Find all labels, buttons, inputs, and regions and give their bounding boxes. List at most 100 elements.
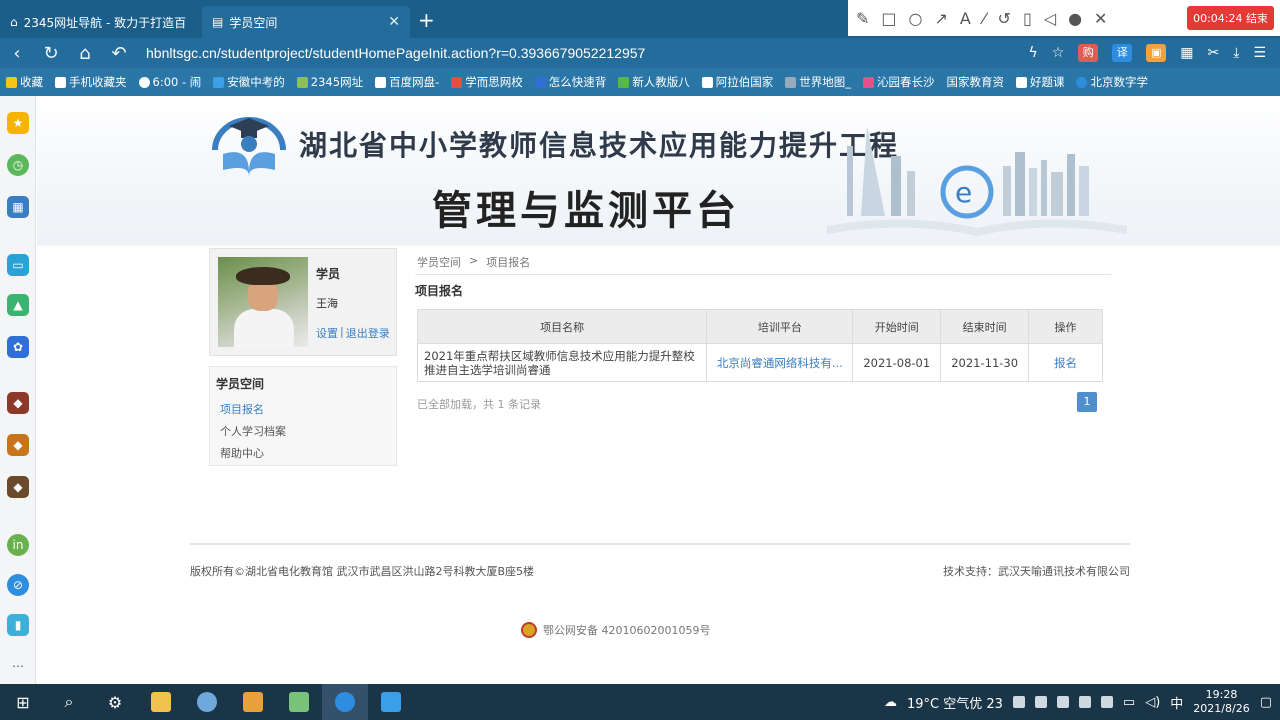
apps-grid-icon[interactable]: ▦ [1180,45,1193,61]
undo-close-icon[interactable]: ↶ [102,43,136,64]
reload-icon[interactable]: ↻ [34,43,68,64]
game-icon[interactable]: ◆ [7,476,29,498]
url-field[interactable]: hbnltsgc.cn/studentproject/studentHomePa… [146,45,645,61]
tray-icon[interactable] [1056,696,1069,708]
tray-icon[interactable] [1078,696,1091,708]
tab-title: 2345网址导航 - 致力于打造百 [23,15,187,30]
highlighter-icon[interactable]: ⁄ [983,9,986,28]
back-icon[interactable]: ‹ [0,43,34,64]
notification-icon[interactable]: ▢ [1260,695,1272,710]
scissors-icon[interactable]: ✂ [1208,45,1220,61]
shopping-icon[interactable]: 购 [1078,44,1099,62]
bookmark-item[interactable]: 怎么快速背 [534,74,606,90]
stats-icon[interactable]: ▮ [7,614,29,636]
windows-start-icon[interactable]: ⊞ [0,684,46,720]
close-tab-icon[interactable]: ✕ [388,14,400,30]
bookmark-item[interactable]: 北京数字学 [1076,74,1148,90]
tab-bar: ⌂ 2345网址导航 - 致力于打造百 ▤ 学员空间 ✕ + ✎ □ ○ ↗ A… [0,0,1280,38]
clock[interactable]: 19:28 2021/8/26 [1193,688,1249,716]
browser-tab[interactable]: ⌂ 2345网址导航 - 致力于打造百 [0,6,200,38]
text-icon[interactable]: A [960,9,971,28]
paw-icon[interactable]: ✿ [7,336,29,358]
arrow-icon[interactable]: ↗ [935,9,948,28]
bookmark-item[interactable]: 6:00 - 闹 [138,74,201,90]
menu-item-help-center[interactable]: 帮助中心 [220,445,264,461]
undo-icon[interactable]: ↺ [998,9,1011,28]
calendar-icon[interactable]: ▦ [7,196,29,218]
speaker-icon[interactable]: ◁ [1044,9,1056,28]
tray-icon[interactable] [1034,696,1047,708]
breadcrumb: 学员空间 > 项目报名 [417,254,530,270]
new-tab-button[interactable]: + [418,8,435,32]
volume-icon[interactable]: ◁) [1145,695,1160,710]
weather-text[interactable]: 19°C 空气优 23 [907,693,1003,712]
col-header-platform: 培训平台 [706,309,854,344]
footer-divider [190,543,1130,545]
star-icon[interactable]: ☆ [1052,45,1065,61]
recording-stop-button[interactable]: 00:04:24 结束 [1187,6,1274,30]
settings-gear-icon[interactable]: ⚙ [92,684,138,720]
bookmark-item[interactable]: 手机收藏夹 [55,74,127,90]
bookmark-item[interactable]: 百度网盘- [375,74,439,90]
translate-icon[interactable]: 译 [1112,44,1133,62]
divider [415,274,1111,275]
bookmark-item[interactable]: 新人教版八 [618,74,690,90]
bookmark-item[interactable]: 世界地图_ [785,74,851,90]
trash-icon[interactable]: ▯ [1023,9,1032,28]
ime-indicator[interactable]: 中 [1170,693,1183,712]
search-icon[interactable]: ⌕ [46,684,92,720]
leaf-icon [618,76,630,88]
bookmark-item[interactable]: 好题课 [1015,74,1064,90]
platform-link[interactable]: 北京尚睿通网络科技有... [706,343,854,382]
tray-icon[interactable] [1012,696,1025,708]
bookmark-item[interactable]: 安徽中考的 [213,74,285,90]
bookmark-item[interactable]: 学而思网校 [451,74,523,90]
browser-app-icon[interactable] [322,684,368,720]
game-icon[interactable]: ◆ [7,434,29,456]
history-icon[interactable]: ◷ [7,154,29,176]
download-icon[interactable]: ⤓ [1233,45,1239,61]
file-explorer-icon[interactable] [138,684,184,720]
close-icon[interactable]: ✕ [1094,9,1107,28]
favorites-icon[interactable]: ★ [7,112,29,134]
settings-link[interactable]: 设置 [316,325,338,341]
bookmark-item[interactable]: 2345网址 [296,74,363,90]
mic-icon[interactable]: ● [1068,9,1082,28]
pencil-icon[interactable]: ✎ [856,9,869,28]
game-icon[interactable]: ◆ [7,392,29,414]
icp-text[interactable]: 鄂公网安备 42010602001059号 [543,622,710,638]
rect-icon[interactable]: □ [881,9,896,28]
annotation-toolbar: ✎ □ ○ ↗ A ⁄ ↺ ▯ ◁ ● ✕ 00:04:24 结束 [848,0,1280,36]
breadcrumb-home[interactable]: 学员空间 [417,254,461,270]
breadcrumb-separator: > [469,254,479,267]
logout-link[interactable]: 退出登录 [346,325,390,341]
tray-icon[interactable] [1100,696,1113,708]
lightning-icon[interactable]: ϟ [1028,45,1037,61]
tablet-app-icon[interactable] [368,684,414,720]
page-button-1[interactable]: 1 [1077,392,1097,412]
bookmark-item[interactable]: 沁园春长沙 [862,74,934,90]
browser-tab-active[interactable]: ▤ 学员空间 ✕ [202,6,410,38]
col-header-name: 项目名称 [416,309,708,344]
pdf-app-icon[interactable] [230,684,276,720]
menu-icon[interactable]: ☰ [1253,45,1266,61]
circle-icon[interactable]: ○ [909,9,923,28]
music-icon [862,76,874,88]
bookmark-item[interactable]: 阿拉伯国家 [701,74,773,90]
table-header-row: 项目名称 培训平台 开始时间 结束时间 操作 [416,309,1103,344]
network-app-icon[interactable] [184,684,230,720]
bookmark-item[interactable]: 收藏 [6,74,43,90]
more-icon[interactable]: … [7,652,29,674]
tv-icon[interactable]: ▭ [7,254,29,276]
notes-app-icon[interactable] [276,684,322,720]
game-icon[interactable]: ▣ [1146,44,1167,62]
bookmark-item[interactable]: 国家教育资 [946,74,1004,90]
in-icon[interactable]: in [7,534,29,556]
signup-button[interactable]: 报名 [1028,343,1103,382]
menu-item-project-signup[interactable]: 项目报名 [220,401,264,417]
network-icon[interactable]: ▭ [1123,695,1135,710]
menu-item-learning-archive[interactable]: 个人学习档案 [220,423,286,439]
home-icon[interactable]: ⌂ [68,43,102,64]
chart-icon[interactable]: ▲ [7,294,29,316]
compass-icon[interactable]: ⊘ [7,574,29,596]
